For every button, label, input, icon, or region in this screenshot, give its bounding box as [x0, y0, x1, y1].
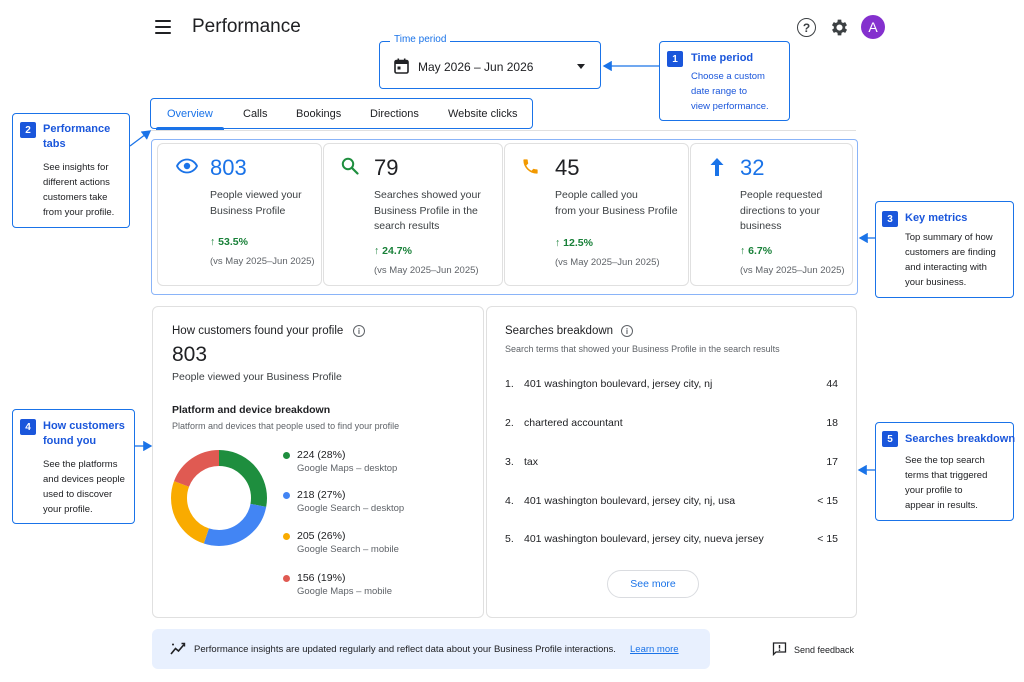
tab-calls[interactable]: Calls	[243, 108, 267, 120]
metric-value-directions: 32	[740, 155, 765, 180]
search-count: < 15	[817, 495, 838, 507]
metric-change-views: ↑ 53.5%	[210, 236, 248, 248]
callout-title-2: Performance tabs	[43, 123, 111, 150]
search-rank: 2.	[505, 417, 514, 429]
metric-label-views: People viewed your Business Profile	[210, 189, 302, 217]
metric-label-calls: People called you from your Business Prof…	[555, 189, 678, 217]
breakdown-caption: Platform and devices that people used to…	[172, 421, 400, 431]
found-profile-total-label: People viewed your Business Profile	[172, 371, 342, 383]
callout-badge-4: 4	[20, 419, 36, 435]
metric-change-calls: ↑ 12.5%	[555, 237, 593, 249]
metric-value-searches: 79	[374, 155, 399, 180]
metric-change-searches: ↑ 24.7%	[374, 245, 412, 257]
metric-compare-directions: (vs May 2025–Jun 2025)	[740, 265, 845, 276]
callout-title-4: How customers found you	[43, 420, 125, 447]
trend-icon	[170, 642, 186, 655]
callout-badge-2: 2	[20, 122, 36, 138]
legend-dot	[283, 533, 290, 540]
time-period-value: May 2026 – Jun 2026	[418, 60, 534, 74]
send-feedback-link[interactable]: Send feedback	[794, 645, 854, 655]
search-rank: 5.	[505, 533, 514, 545]
donut-chart	[171, 450, 267, 546]
search-term: tax	[524, 456, 539, 468]
callout-title-5: Searches breakdown	[905, 433, 1016, 445]
searches-caption: Search terms that showed your Business P…	[505, 344, 780, 354]
search-rank: 4.	[505, 495, 514, 507]
search-count: 17	[826, 456, 838, 468]
see-more-button[interactable]: See more	[607, 570, 699, 598]
tab-website-clicks[interactable]: Website clicks	[448, 108, 517, 120]
feedback-icon[interactable]	[772, 642, 787, 656]
time-period-legend: Time period	[390, 34, 451, 45]
search-count: 44	[826, 378, 838, 390]
search-icon	[341, 157, 359, 175]
metric-value-views: 803	[210, 155, 247, 180]
breakdown-title: Platform and device breakdown	[172, 404, 331, 416]
callout-text-2: See insights for different actions custome…	[43, 162, 115, 218]
legend-label: Google Search – mobile	[297, 544, 399, 555]
avatar[interactable]: A	[861, 15, 885, 39]
callout-badge-1: 1	[667, 51, 683, 67]
tab-overview[interactable]: Overview	[167, 108, 213, 120]
legend-value: 224 (28%)	[297, 449, 346, 461]
tabs-divider	[150, 130, 856, 131]
calendar-icon	[394, 58, 409, 74]
metric-compare-calls: (vs May 2025–Jun 2025)	[555, 257, 660, 268]
search-count: < 15	[817, 533, 838, 545]
search-count: 18	[826, 417, 838, 429]
info-icon[interactable]: i	[621, 325, 633, 337]
legend-dot	[283, 492, 290, 499]
legend-label: Google Search – desktop	[297, 503, 405, 514]
legend-value: 205 (26%)	[297, 530, 346, 542]
menu-icon[interactable]	[155, 20, 171, 34]
legend-value: 156 (19%)	[297, 572, 346, 584]
search-term: 401 washington boulevard, jersey city, n…	[524, 495, 736, 507]
legend-label: Google Maps – mobile	[297, 586, 393, 597]
found-profile-title: How customers found your profile	[172, 325, 344, 337]
callout-badge-5: 5	[882, 431, 898, 447]
info-icon[interactable]: i	[353, 325, 365, 337]
tab-directions[interactable]: Directions	[370, 108, 419, 120]
legend-dot	[283, 575, 290, 582]
callout-text-1: Choose a custom date range to view perform…	[691, 71, 769, 112]
callout-text-4: See the platforms and devices people used …	[43, 459, 125, 515]
arrow-up-icon	[710, 158, 724, 176]
help-icon[interactable]: ?	[797, 18, 816, 37]
searches-title: Searches breakdown	[505, 325, 614, 337]
chevron-down-icon[interactable]	[577, 64, 585, 69]
callout-text-3: Top summary of how customers are finding a…	[905, 232, 996, 288]
callout-badge-3: 3	[882, 211, 898, 227]
page-title: Performance	[192, 16, 301, 37]
metric-value-calls: 45	[555, 155, 580, 180]
found-profile-total: 803	[172, 343, 208, 366]
tab-bookings[interactable]: Bookings	[296, 108, 341, 120]
search-rank: 3.	[505, 456, 514, 468]
legend-dot	[283, 452, 290, 459]
metric-change-directions: ↑ 6.7%	[740, 245, 773, 257]
metric-label-directions: People requested directions to your busine…	[740, 189, 823, 232]
callout-title-1: Time period	[691, 52, 754, 64]
callout-title-3: Key metrics	[905, 212, 968, 224]
gear-icon[interactable]	[829, 17, 850, 38]
eye-icon	[176, 158, 198, 174]
callout-text-5: See the top search terms that triggered yo…	[905, 455, 988, 511]
insights-text: Performance insights are updated regular…	[194, 644, 616, 655]
legend-value: 218 (27%)	[297, 489, 346, 501]
search-term: 401 washington boulevard, jersey city, n…	[524, 533, 764, 545]
metric-compare-views: (vs May 2025–Jun 2025)	[210, 256, 315, 267]
search-term: chartered accountant	[524, 417, 623, 429]
search-term: 401 washington boulevard, jersey city, n…	[524, 378, 713, 390]
legend-label: Google Maps – desktop	[297, 463, 398, 474]
phone-icon	[523, 159, 538, 174]
metric-compare-searches: (vs May 2025–Jun 2025)	[374, 265, 479, 276]
search-rank: 1.	[505, 378, 514, 390]
metric-label-searches: Searches showed your Business Profile in …	[374, 189, 481, 232]
learn-more-link[interactable]: Learn more	[630, 644, 679, 655]
